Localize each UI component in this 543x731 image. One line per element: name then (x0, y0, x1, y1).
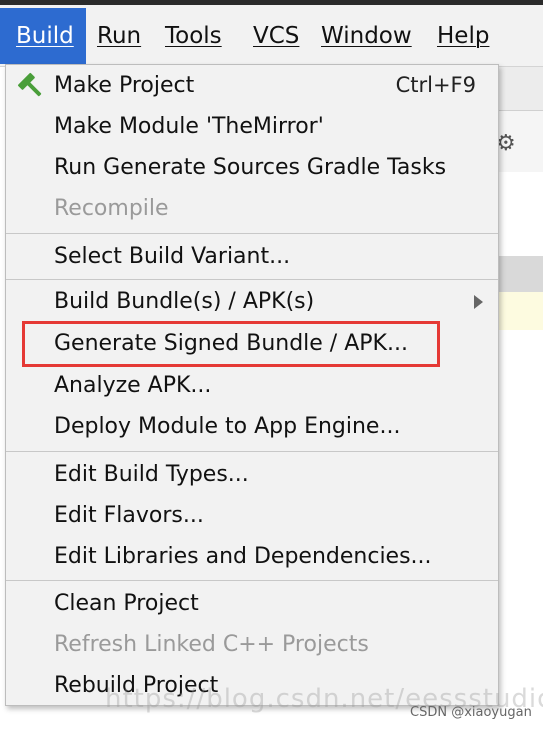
menu-help[interactable]: Help (437, 10, 489, 62)
menu-item-select-build-variant[interactable]: Select Build Variant... (6, 236, 498, 277)
menu-item-label: Run Generate Sources Gradle Tasks (54, 155, 447, 180)
menu-item-label: Refresh Linked C++ Projects (54, 632, 369, 657)
menu-item-deploy-module[interactable]: Deploy Module to App Engine... (6, 406, 498, 447)
menu-item-label: Make Module 'TheMirror' (54, 114, 324, 139)
menu-item-refresh-linked-cpp: Refresh Linked C++ Projects (6, 624, 498, 665)
menu-item-make-project[interactable]: Make Project Ctrl+F9 (6, 65, 498, 106)
menu-tools[interactable]: Tools (165, 10, 222, 62)
menu-separator (6, 580, 498, 581)
menu-separator (6, 279, 498, 280)
menu-item-clean-project[interactable]: Clean Project (6, 583, 498, 624)
submenu-arrow-icon (474, 295, 483, 309)
menu-run[interactable]: Run (97, 10, 141, 62)
menu-item-label: Edit Flavors... (54, 503, 204, 528)
menu-item-build-bundles-apks[interactable]: Build Bundle(s) / APK(s) (6, 281, 498, 322)
shortcut-label: Ctrl+F9 (395, 73, 476, 97)
menu-item-make-module[interactable]: Make Module 'TheMirror' (6, 106, 498, 147)
menu-item-label: Deploy Module to App Engine... (54, 414, 401, 439)
menu-window[interactable]: Window (321, 10, 412, 62)
menu-item-label: Build Bundle(s) / APK(s) (54, 289, 315, 314)
menu-item-analyze-apk[interactable]: Analyze APK... (6, 365, 498, 406)
menu-item-edit-build-types[interactable]: Edit Build Types... (6, 454, 498, 495)
menu-build[interactable]: Build (0, 8, 86, 64)
menu-item-label: Recompile (54, 196, 169, 221)
menu-item-label: Select Build Variant... (54, 244, 291, 269)
build-menu-dropdown: Make Project Ctrl+F9 Make Module 'TheMir… (5, 64, 499, 706)
screenshot: ⚙ Build Run Tools VCS Window Help Make P… (0, 0, 543, 731)
menu-item-label: Edit Libraries and Dependencies... (54, 544, 432, 569)
menu-item-edit-flavors[interactable]: Edit Flavors... (6, 495, 498, 536)
menubar: Build Run Tools VCS Window Help (0, 0, 543, 67)
menu-separator (6, 233, 498, 234)
menu-item-label: Analyze APK... (54, 373, 212, 398)
menu-item-edit-libraries[interactable]: Edit Libraries and Dependencies... (6, 536, 498, 577)
menu-item-recompile: Recompile (6, 188, 498, 229)
gear-icon[interactable]: ⚙ (496, 133, 518, 155)
window-top-edge (0, 0, 543, 5)
highlight-annotation-box (22, 321, 440, 367)
menu-separator (6, 451, 498, 452)
csdn-credit: CSDN @xiaoyugan (410, 705, 532, 720)
menu-item-run-generate-sources[interactable]: Run Generate Sources Gradle Tasks (6, 147, 498, 188)
menu-item-label: Make Project (54, 73, 195, 98)
menu-item-label: Clean Project (54, 591, 199, 616)
hammer-icon (17, 72, 42, 97)
menu-item-label: Edit Build Types... (54, 462, 249, 487)
menu-vcs[interactable]: VCS (253, 10, 299, 62)
